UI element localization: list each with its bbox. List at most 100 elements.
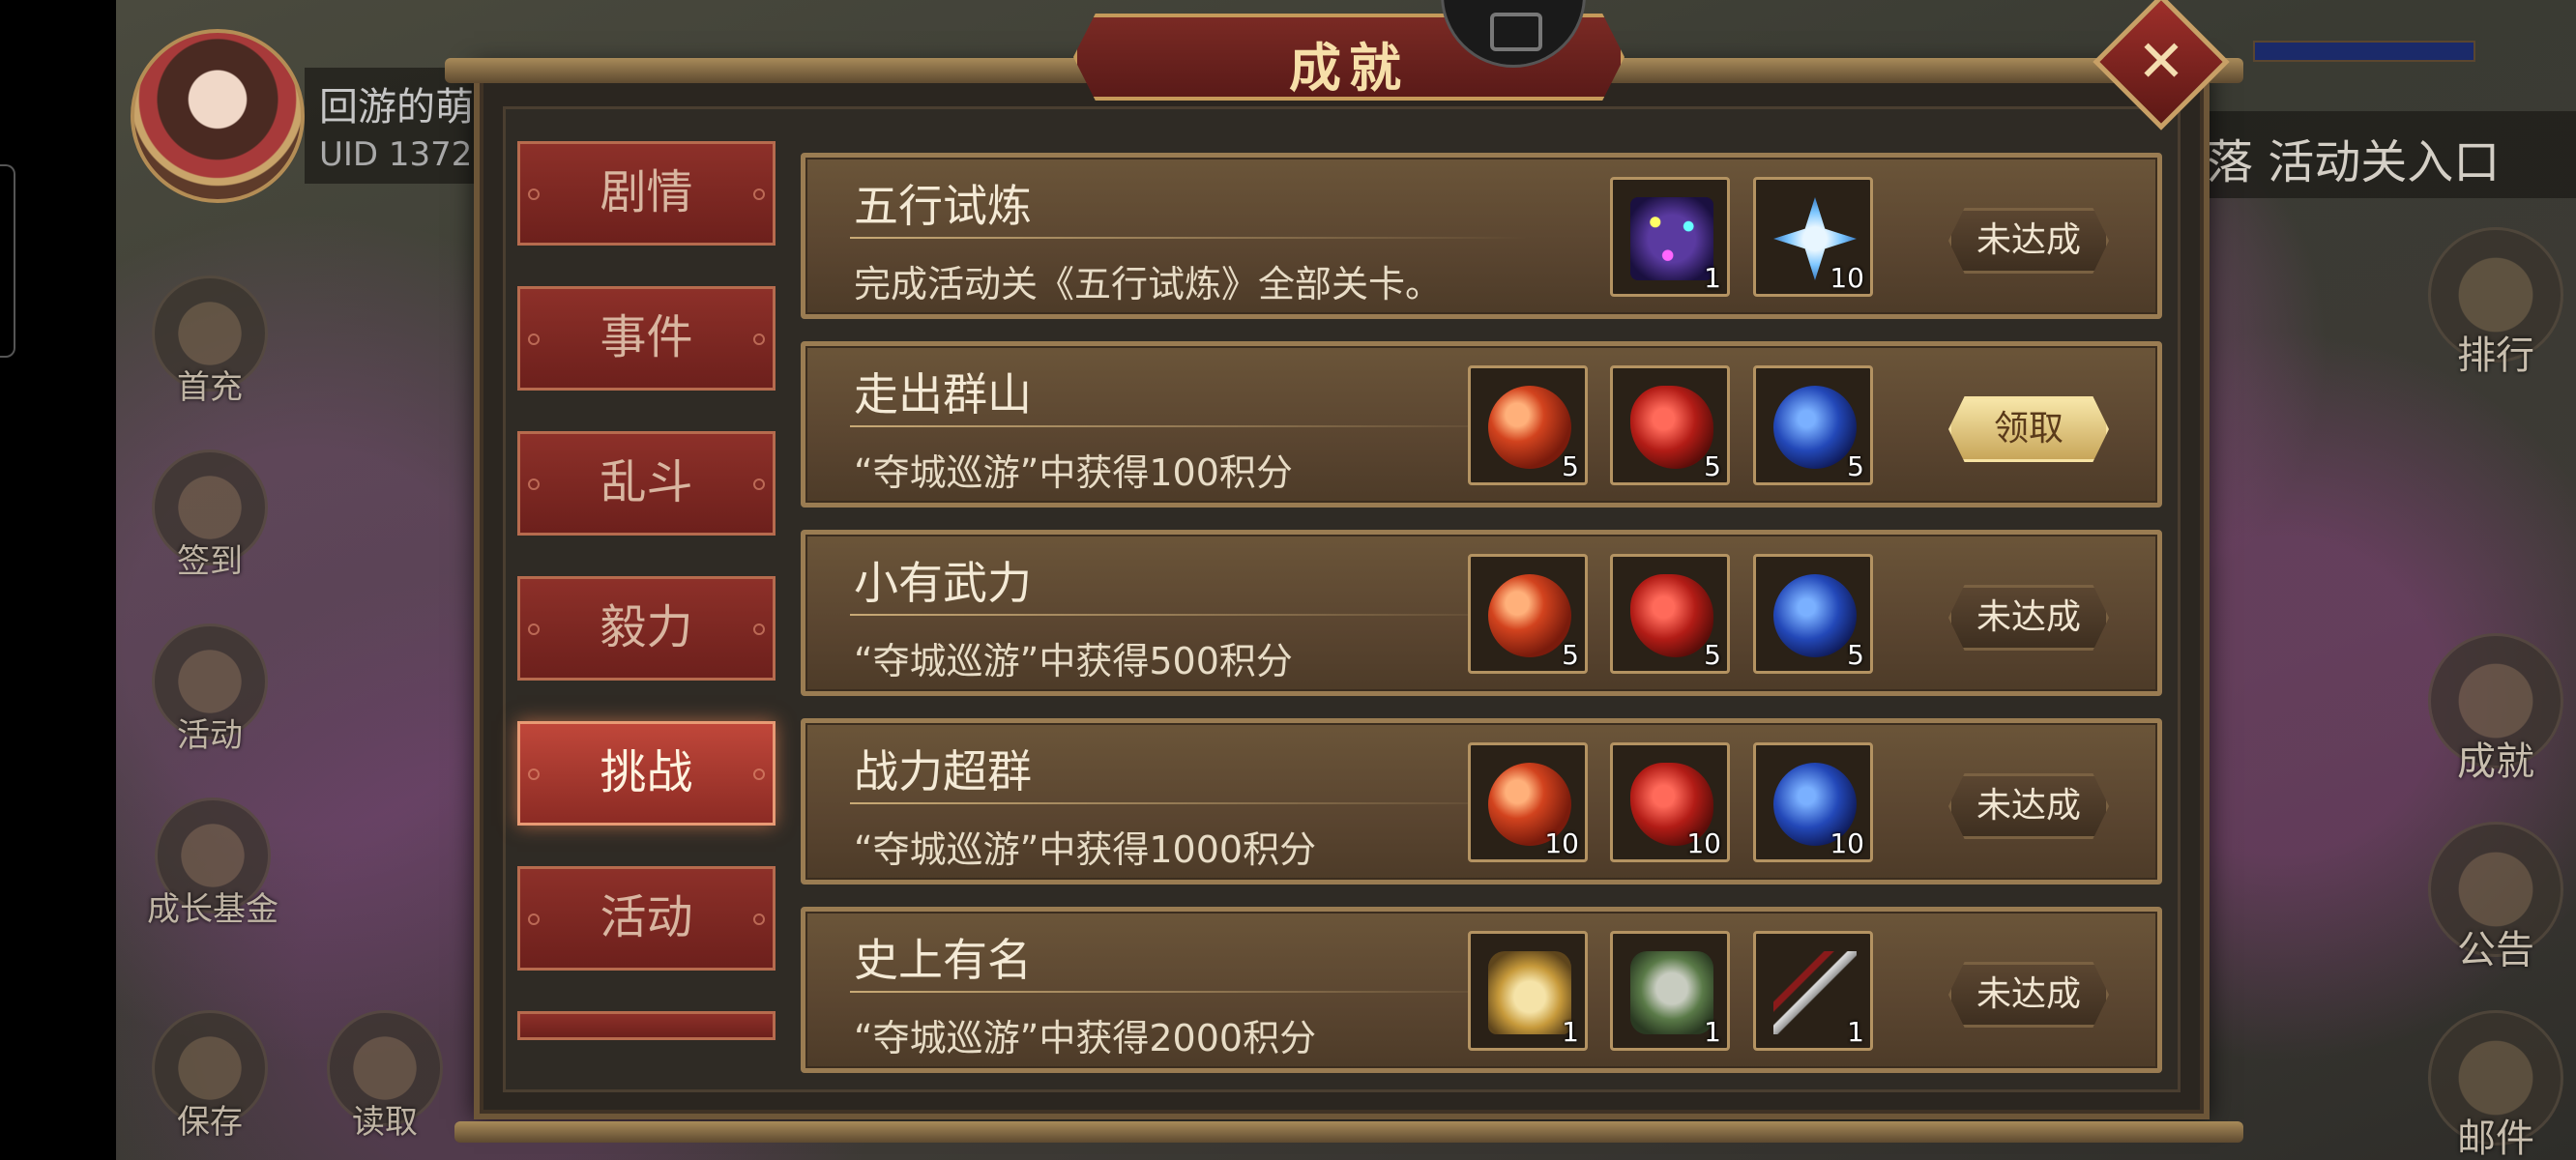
- tab-story-label: 剧情: [600, 165, 693, 219]
- achievement-title: 史上有名: [854, 934, 1032, 986]
- status-button[interactable]: 未达成: [1948, 208, 2109, 274]
- reward-slot[interactable]: 10: [1753, 742, 1873, 862]
- load-button[interactable]: 读取: [322, 1010, 448, 1143]
- tab-challenge-label: 挑战: [600, 745, 693, 799]
- reward-quantity: 5: [1847, 450, 1864, 482]
- activity-label: 活动: [177, 716, 243, 755]
- tab-activity[interactable]: 活动: [517, 866, 776, 971]
- mail-label: 邮件: [2457, 1116, 2534, 1160]
- tab-perseverance[interactable]: 毅力: [517, 576, 776, 681]
- achievement-title: 小有武力: [854, 557, 1032, 609]
- reward-quantity: 5: [1847, 639, 1864, 671]
- activity-button[interactable]: 活动: [147, 624, 273, 756]
- notice-label: 公告: [2457, 928, 2534, 972]
- ranking-button[interactable]: 排行: [2423, 227, 2568, 380]
- load-label: 读取: [352, 1103, 418, 1142]
- reward-slot[interactable]: 5: [1610, 554, 1730, 674]
- tab-story[interactable]: 剧情: [517, 141, 776, 246]
- achievement-title: 走出群山: [854, 368, 1032, 420]
- reward-quantity: 1: [1704, 262, 1721, 294]
- reward-slot[interactable]: 10: [1468, 742, 1588, 862]
- achievement-description: “夺城巡游”中获得500积分: [854, 640, 1293, 682]
- reward-slot[interactable]: 1: [1610, 177, 1730, 297]
- ranking-label: 排行: [2457, 334, 2534, 378]
- achievement-row: 战力超群 “夺城巡游”中获得1000积分 10 10 10 未达成: [801, 718, 2162, 884]
- tab-event-label: 事件: [600, 310, 693, 364]
- growth-fund-button[interactable]: 成长基金: [135, 798, 290, 930]
- event-entry-label: 落 活动关入口: [2207, 135, 2501, 189]
- achievement-row: 五行试炼 完成活动关《五行试炼》全部关卡。 1 10 未达成: [801, 153, 2162, 319]
- tab-challenge[interactable]: 挑战: [517, 721, 776, 826]
- reward-slot[interactable]: 5: [1753, 554, 1873, 674]
- achievement-description: “夺城巡游”中获得100积分: [854, 451, 1293, 494]
- achievement-description: “夺城巡游”中获得2000积分: [854, 1017, 1317, 1059]
- tab-perseverance-label: 毅力: [600, 600, 693, 654]
- divider: [850, 237, 1527, 239]
- reward-slot[interactable]: 5: [1610, 365, 1730, 485]
- status-button[interactable]: 未达成: [1948, 773, 2109, 839]
- reward-quantity: 1: [1847, 1016, 1864, 1048]
- reward-quantity: 10: [1544, 827, 1579, 859]
- growth-fund-label: 成长基金: [147, 890, 278, 929]
- first-recharge-label: 首充: [177, 368, 243, 407]
- save-label: 保存: [177, 1103, 243, 1142]
- achievement-button[interactable]: 成就: [2423, 633, 2568, 786]
- orange-fruit-icon: [1488, 386, 1571, 469]
- tab-event[interactable]: 事件: [517, 286, 776, 391]
- achievement-row: 史上有名 “夺城巡游”中获得2000积分 1 1 1 未达成: [801, 907, 2162, 1073]
- red-fruit-icon: [1630, 386, 1713, 469]
- reward-quantity: 5: [1562, 639, 1579, 671]
- reward-quantity: 5: [1562, 450, 1579, 482]
- reward-slot[interactable]: 5: [1468, 554, 1588, 674]
- reward-quantity: 10: [1686, 827, 1721, 859]
- sign-in-label: 签到: [177, 542, 243, 581]
- player-uid: UID 1372: [319, 135, 473, 174]
- status-button[interactable]: 未达成: [1948, 585, 2109, 651]
- tab-activity-label: 活动: [600, 890, 693, 944]
- tab-melee[interactable]: 乱斗: [517, 431, 776, 536]
- red-fruit-icon: [1630, 574, 1713, 657]
- reward-quantity: 1: [1704, 1016, 1721, 1048]
- divider: [850, 802, 1527, 804]
- save-button[interactable]: 保存: [147, 1010, 273, 1143]
- armor-icon: [1630, 951, 1713, 1034]
- reward-quantity: 5: [1704, 639, 1721, 671]
- divider: [850, 991, 1527, 993]
- achievement-description: 完成活动关《五行试炼》全部关卡。: [854, 263, 1443, 305]
- notice-button[interactable]: 公告: [2423, 822, 2568, 974]
- reward-slot[interactable]: 1: [1468, 931, 1588, 1051]
- reward-slot[interactable]: 10: [1753, 177, 1873, 297]
- close-icon[interactable]: ✕: [2113, 15, 2210, 112]
- tab-melee-label: 乱斗: [600, 455, 693, 509]
- mail-button[interactable]: 邮件: [2423, 1010, 2568, 1160]
- achievement-row: 小有武力 “夺城巡游”中获得500积分 5 5 5 未达成: [801, 530, 2162, 696]
- achievement-row: 走出群山 “夺城巡游”中获得100积分 5 5 5 领取: [801, 341, 2162, 508]
- status-button[interactable]: 未达成: [1948, 962, 2109, 1028]
- achievement-description: “夺城巡游”中获得1000积分: [854, 828, 1317, 871]
- achievement-title: 五行试炼: [854, 180, 1032, 232]
- tab-more[interactable]: [517, 1011, 776, 1040]
- blue-fruit-icon: [1773, 386, 1857, 469]
- player-avatar[interactable]: [131, 29, 305, 203]
- claim-button[interactable]: 领取: [1948, 396, 2109, 462]
- reward-quantity: 10: [1830, 827, 1864, 859]
- achievement-label: 成就: [2457, 740, 2534, 784]
- blue-fruit-icon: [1773, 574, 1857, 657]
- reward-quantity: 1: [1562, 1016, 1579, 1048]
- golden-helmet-icon: [1488, 951, 1571, 1034]
- first-recharge-button[interactable]: 首充: [147, 276, 273, 408]
- reward-quantity: 10: [1830, 262, 1864, 294]
- reward-slot[interactable]: 1: [1610, 931, 1730, 1051]
- reward-slot[interactable]: 1: [1753, 931, 1873, 1051]
- dagger-icon: [1773, 951, 1857, 1034]
- reward-slot[interactable]: 5: [1753, 365, 1873, 485]
- orange-fruit-icon: [1488, 574, 1571, 657]
- sign-in-button[interactable]: 签到: [147, 450, 273, 582]
- reward-slot[interactable]: 5: [1468, 365, 1588, 485]
- reward-slot[interactable]: 10: [1610, 742, 1730, 862]
- left-black-bar: [0, 0, 116, 1160]
- divider: [850, 614, 1527, 616]
- energy-bar: [2253, 41, 2475, 62]
- side-handle[interactable]: [0, 164, 15, 358]
- player-name: 回游的萌: [319, 85, 474, 130]
